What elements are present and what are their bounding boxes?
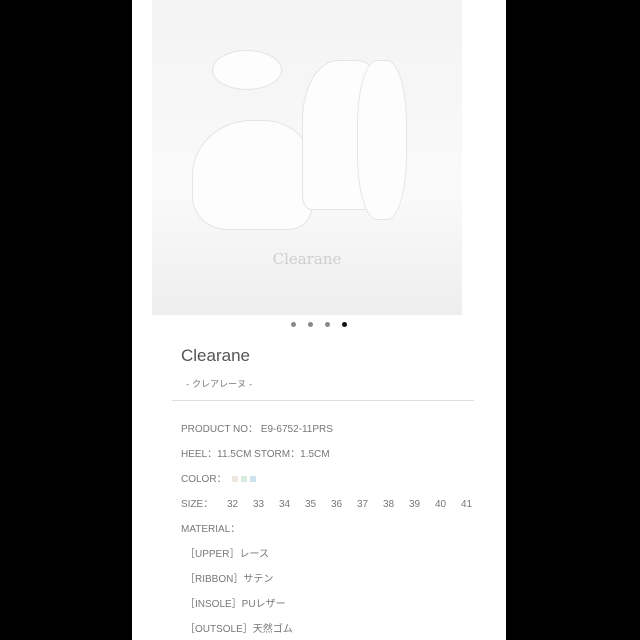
material-ribbon: ［RIBBON］サテン xyxy=(185,574,274,585)
size-option: 37 xyxy=(357,499,369,510)
product-no-value: E9-6752-11PRS xyxy=(260,424,333,435)
product-number: PRODUCT NO： E9-6752-11PRS xyxy=(181,420,333,435)
size-row: SIZE： 32 33 34 35 36 37 38 39 40 41 xyxy=(181,495,487,510)
product-no-label: PRODUCT NO： xyxy=(181,424,259,435)
carousel-pagination[interactable] xyxy=(132,322,506,327)
divider xyxy=(172,400,474,401)
size-option: 39 xyxy=(409,499,421,510)
material-insole: ［INSOLE］PUレザー xyxy=(185,599,286,610)
size-option: 41 xyxy=(461,499,473,510)
size-option: 32 xyxy=(227,499,239,510)
size-label: SIZE： xyxy=(181,499,214,510)
brand-logo: Clearane xyxy=(272,250,342,268)
size-option: 34 xyxy=(279,499,291,510)
material-outsole: ［OUTSOLE］天然ゴム xyxy=(185,624,293,635)
size-option: 36 xyxy=(331,499,343,510)
product-subtitle: - クレアレーヌ - xyxy=(186,380,253,390)
product-image-carousel[interactable]: Clearane xyxy=(152,0,462,315)
ribbon-image xyxy=(212,50,282,90)
heel-info: HEEL：11.5CM STORM：1.5CM xyxy=(181,449,330,460)
product-title: Clearane xyxy=(181,346,250,365)
page-dot[interactable] xyxy=(291,322,296,327)
size-option: 35 xyxy=(305,499,317,510)
color-swatch[interactable] xyxy=(250,476,257,483)
ribbon-image xyxy=(357,60,407,220)
size-option: 33 xyxy=(253,499,265,510)
material-label: MATERIAL： xyxy=(181,524,241,535)
page-dot[interactable] xyxy=(308,322,313,327)
size-option: 40 xyxy=(435,499,447,510)
color-swatch[interactable] xyxy=(232,476,239,483)
page-dot-active[interactable] xyxy=(342,322,347,327)
material-upper: ［UPPER］レース xyxy=(185,549,269,560)
color-label: COLOR： xyxy=(181,474,227,485)
page-dot[interactable] xyxy=(325,322,330,327)
color-row: COLOR： xyxy=(181,470,257,485)
size-option: 38 xyxy=(383,499,395,510)
color-swatch[interactable] xyxy=(241,476,248,483)
shoe-image xyxy=(192,120,312,230)
product-page: Clearane Clearane - クレアレーヌ - PRODUCT NO：… xyxy=(132,0,506,640)
